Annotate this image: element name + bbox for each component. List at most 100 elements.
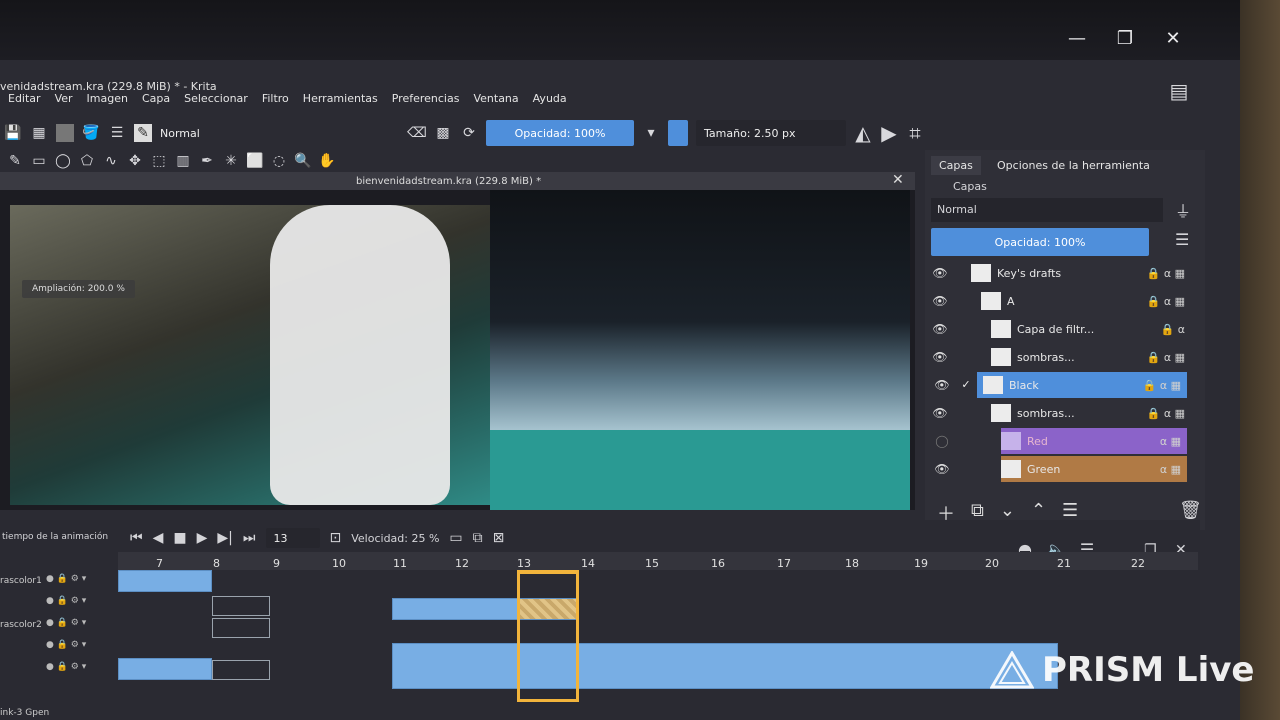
track-controls[interactable]: ● 🔒 ⚙ ▾ [46, 640, 86, 650]
menu-ventana[interactable]: Ventana [473, 92, 518, 114]
track-controls[interactable]: ● 🔒 ⚙ ▾ [46, 618, 86, 628]
layer-check[interactable]: ✓ [955, 378, 977, 391]
alpha-lock-icon[interactable]: ▩ [434, 124, 452, 142]
chevron-down-icon[interactable]: ▾ [642, 124, 660, 142]
layer-row[interactable]: 👁 Key's drafts 🔒 α ▦ [931, 260, 1191, 286]
gradient-icon[interactable]: ▦ [30, 124, 48, 142]
layers-opacity-slider[interactable]: Opacidad: 100% [931, 228, 1149, 256]
stop-icon[interactable]: ■ [173, 530, 186, 546]
bezier-tool-icon[interactable]: ∿ [102, 152, 120, 170]
layer-row-red[interactable]: Red α ▦ [1001, 428, 1187, 454]
freehand-brush-icon[interactable]: ✎ [6, 152, 24, 170]
visibility-eye-icon[interactable]: ◯ [933, 434, 951, 448]
layer-row[interactable]: 👁 Capa de filtr... 🔒 α [931, 316, 1191, 342]
crop-icon[interactable]: ⌗ [906, 121, 924, 145]
document-tab[interactable]: bienvenidadstream.kra (229.8 MiB) * ✕ [0, 172, 915, 192]
visibility-eye-icon[interactable]: 👁 [931, 322, 949, 336]
keyframe[interactable] [392, 598, 518, 620]
visibility-eye-icon[interactable]: 👁 [931, 266, 949, 280]
menu-capa[interactable]: Capa [142, 92, 170, 114]
prev-frame-icon[interactable]: ◀ [153, 530, 164, 546]
track-controls[interactable]: ● 🔒 ⚙ ▾ [46, 662, 86, 672]
visibility-eye-icon[interactable]: 👁 [931, 406, 949, 420]
menu-filtro[interactable]: Filtro [262, 92, 289, 114]
next-frame-icon[interactable]: ▶| [217, 530, 232, 546]
workspace-icon[interactable]: ▤ [1170, 79, 1189, 103]
mirror-vertical-icon[interactable]: ▶ [880, 121, 898, 145]
ellipse-tool-icon[interactable]: ◯ [54, 152, 72, 170]
last-frame-icon[interactable]: ⏭ [243, 530, 256, 546]
visibility-eye-icon[interactable]: 👁 [931, 350, 949, 364]
visibility-eye-icon[interactable]: 👁 [931, 294, 949, 308]
rectangle-tool-icon[interactable]: ▭ [30, 152, 48, 170]
select-ellipse-icon[interactable]: ◌ [270, 152, 288, 170]
close-document-icon[interactable]: ✕ [892, 172, 904, 188]
keyframe[interactable] [118, 570, 212, 592]
menu-imagen[interactable]: Imagen [87, 92, 128, 114]
track-controls[interactable]: ● 🔒 ⚙ ▾ [46, 574, 86, 584]
zoom-icon[interactable]: 🔍 [294, 152, 312, 170]
empty-frame[interactable] [212, 660, 270, 680]
move-tool-icon[interactable]: ✥ [126, 152, 144, 170]
frame-delete-icon[interactable]: ⊠ [493, 530, 505, 546]
brush-presets-icon[interactable]: ☰ [108, 124, 126, 142]
layer-row-green[interactable]: Green α ▦ [1001, 456, 1187, 482]
eraser-icon[interactable]: ⌫ [407, 124, 427, 142]
empty-frame[interactable] [212, 596, 270, 616]
layers-blend-select[interactable]: Normal [931, 198, 1163, 222]
select-rect-icon[interactable]: ⬜ [246, 152, 264, 170]
delete-layer-icon[interactable]: 🗑 [1179, 500, 1202, 521]
drop-frames-icon[interactable]: ⊡ [330, 530, 342, 546]
keyframe-span[interactable] [392, 643, 1058, 689]
transform-tool-icon[interactable]: ⬚ [150, 152, 168, 170]
size-slider[interactable]: Tamaño: 2.50 px [696, 120, 846, 146]
blend-mode-select[interactable]: Normal [160, 127, 400, 140]
assistant-tool-icon[interactable]: ✳ [222, 152, 240, 170]
keyframe[interactable] [118, 658, 212, 680]
layer-row-selected[interactable]: Black 🔒 α ▦ [977, 372, 1187, 398]
layer-properties[interactable]: 🔒 α ▦ [1147, 407, 1185, 420]
empty-frame[interactable] [212, 618, 270, 638]
eyedropper-icon[interactable]: ✒ [198, 152, 216, 170]
pan-icon[interactable]: ✋ [318, 152, 336, 170]
maximize-button[interactable]: ❐ [1110, 28, 1140, 49]
tab-layers[interactable]: Capas [931, 156, 981, 175]
visibility-eye-icon[interactable]: 👁 [933, 378, 951, 392]
play-icon[interactable]: ▶ [197, 530, 208, 546]
frame-input[interactable]: 13 [265, 528, 320, 548]
layers-menu-icon[interactable]: ☰ [1175, 230, 1189, 249]
menu-ver[interactable]: Ver [55, 92, 73, 114]
polygon-tool-icon[interactable]: ⬠ [78, 152, 96, 170]
filter-icon[interactable]: ⏚ [1175, 198, 1191, 222]
fill-icon[interactable]: 🪣 [82, 124, 100, 142]
speed-field[interactable]: Velocidad: 25 % [351, 532, 439, 545]
layer-properties[interactable]: 🔒 α [1161, 323, 1185, 336]
menu-ayuda[interactable]: Ayuda [533, 92, 567, 114]
frame-copy-icon[interactable]: ⧉ [473, 530, 483, 546]
visibility-eye-icon[interactable]: 👁 [933, 462, 951, 476]
first-frame-icon[interactable]: ⏮ [130, 530, 143, 546]
tab-tool-options[interactable]: Opciones de la herramienta [989, 156, 1158, 175]
layer-properties[interactable]: α ▦ [1160, 463, 1181, 476]
layer-properties[interactable]: 🔒 α ▦ [1147, 295, 1185, 308]
menu-seleccionar[interactable]: Seleccionar [184, 92, 248, 114]
layer-row[interactable]: 👁 sombras... 🔒 α ▦ [931, 400, 1191, 426]
layer-row[interactable]: 👁 sombras... 🔒 α ▦ [931, 344, 1191, 370]
menu-editar[interactable]: Editar [8, 92, 41, 114]
opacity-slider[interactable]: Opacidad: 100% [486, 120, 634, 146]
track-controls[interactable]: ● 🔒 ⚙ ▾ [46, 596, 86, 606]
layer-properties[interactable]: 🔒 α ▦ [1143, 379, 1181, 392]
onion-skin-icon[interactable]: ▭ [449, 530, 462, 546]
reload-icon[interactable]: ⟳ [460, 124, 478, 142]
layer-properties[interactable]: α ▦ [1160, 435, 1181, 448]
minimize-button[interactable]: — [1062, 28, 1092, 49]
layer-properties[interactable]: 🔒 α ▦ [1147, 351, 1185, 364]
gradient-tool-icon[interactable]: ▥ [174, 152, 192, 170]
playhead[interactable] [517, 570, 579, 702]
save-icon[interactable]: 💾 [4, 124, 22, 142]
layer-row[interactable]: 👁 A 🔒 α ▦ [931, 288, 1191, 314]
layer-properties[interactable]: 🔒 α ▦ [1147, 267, 1185, 280]
menu-preferencias[interactable]: Preferencias [392, 92, 460, 114]
mirror-horizontal-icon[interactable]: ◭ [854, 121, 872, 145]
menu-herramientas[interactable]: Herramientas [303, 92, 378, 114]
